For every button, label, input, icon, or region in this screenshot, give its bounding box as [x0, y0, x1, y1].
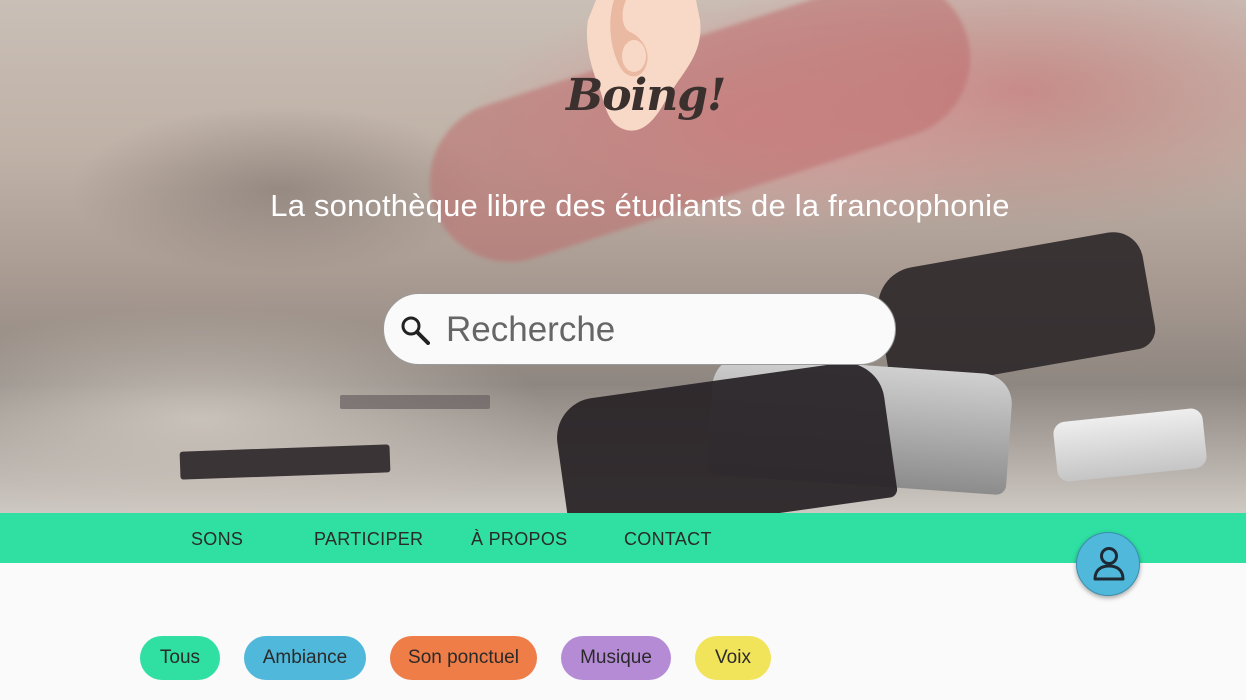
site-logo[interactable]: Boing!: [566, 0, 726, 135]
filter-chip-ambiance[interactable]: Ambiance: [244, 636, 366, 680]
hero-photo-knob: [551, 357, 899, 513]
filter-chip-son-ponctuel[interactable]: Son ponctuel: [390, 636, 537, 680]
nav-item-a-propos[interactable]: À PROPOS: [471, 529, 567, 550]
nav-item-sons[interactable]: SONS: [191, 529, 243, 550]
hero-banner: Boing! La sonothèque libre des étudiants…: [0, 0, 1246, 513]
user-account-button[interactable]: [1076, 532, 1140, 596]
search-input[interactable]: [444, 304, 868, 356]
filter-chip-musique[interactable]: Musique: [561, 636, 671, 680]
hero-photo-slot: [340, 395, 490, 409]
logo-text: Boing!: [566, 70, 726, 121]
search-bar[interactable]: [383, 293, 896, 365]
hero-photo-panel: [179, 444, 391, 480]
nav-item-contact[interactable]: CONTACT: [624, 529, 712, 550]
hero-photo-knob: [1052, 407, 1208, 483]
hero-tagline: La sonothèque libre des étudiants de la …: [270, 188, 1010, 223]
filter-chip-tous[interactable]: Tous: [140, 636, 220, 680]
nav-item-participer[interactable]: PARTICIPER: [314, 529, 423, 550]
user-icon: [1093, 547, 1125, 581]
search-icon[interactable]: [400, 315, 430, 345]
main-nav: SONS PARTICIPER À PROPOS CONTACT: [0, 513, 1246, 563]
filter-chip-voix[interactable]: Voix: [695, 636, 771, 680]
